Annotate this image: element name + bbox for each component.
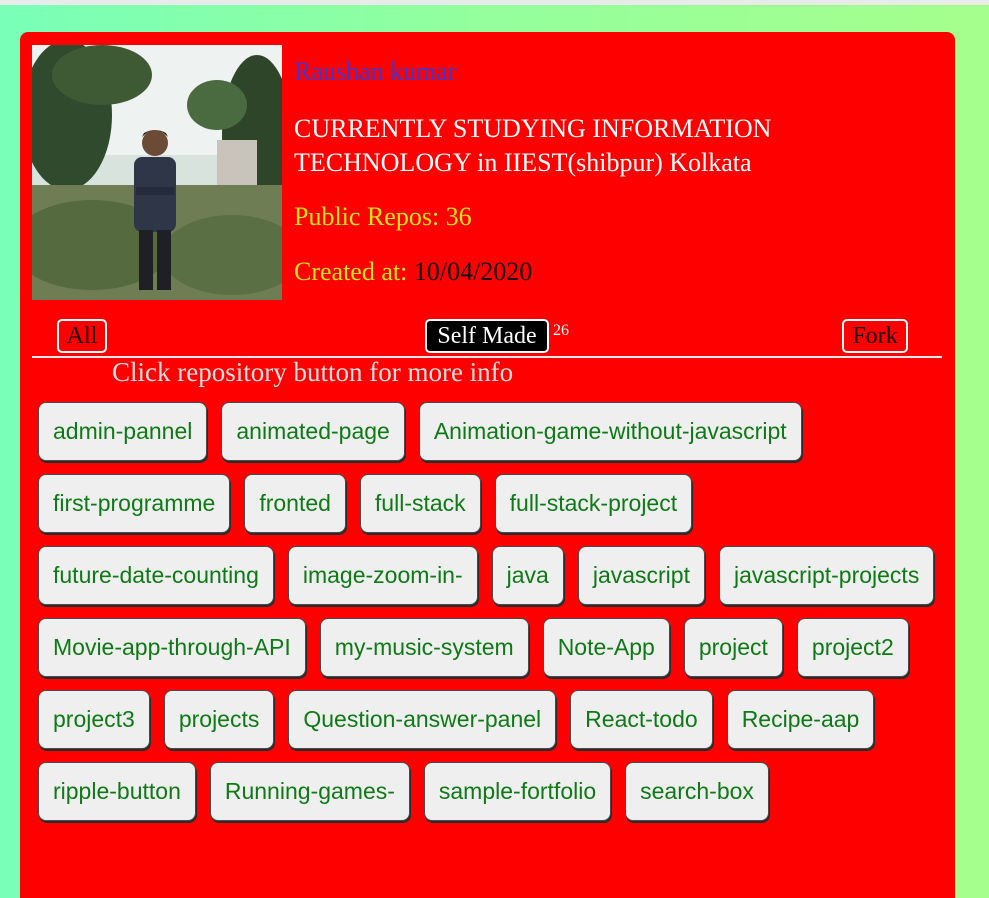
tab-fork[interactable]: Fork	[842, 319, 908, 353]
repo-button[interactable]: Animation-game-without-javascript	[418, 402, 802, 461]
repo-button[interactable]: sample-fortfolio	[423, 762, 612, 821]
created-at: Created at: 10/04/2020	[294, 257, 532, 287]
hint-text: Click repository button for more info	[112, 357, 514, 387]
tab-self-made[interactable]: Self Made	[425, 319, 549, 353]
repo-button[interactable]: javascript	[577, 546, 705, 605]
profile-name: Raushan kumar	[294, 57, 457, 86]
repo-button[interactable]: search-box	[625, 762, 769, 821]
repo-button[interactable]: Running-games-	[209, 762, 410, 821]
repo-button[interactable]: image-zoom-in-	[287, 546, 478, 605]
repo-button[interactable]: Question-answer-panel	[288, 690, 557, 749]
created-at-date: 10/04/2020	[413, 257, 533, 286]
repo-button[interactable]: future-date-counting	[38, 546, 274, 605]
repo-button[interactable]: animated-page	[221, 402, 405, 461]
repo-button[interactable]: ripple-button	[38, 762, 196, 821]
repo-button[interactable]: projects	[163, 690, 275, 749]
created-at-label: Created at:	[294, 257, 408, 286]
repo-button[interactable]: first-programme	[38, 474, 231, 533]
repo-button[interactable]: java	[491, 546, 564, 605]
repo-button[interactable]: full-stack-project	[494, 474, 693, 533]
tab-all[interactable]: All	[57, 319, 107, 353]
self-made-count: 26	[553, 322, 569, 339]
repo-button[interactable]: my-music-system	[319, 618, 529, 677]
repo-button[interactable]: full-stack	[359, 474, 481, 533]
profile-bio: CURRENTLY STUDYING INFORMATION TECHNOLOG…	[294, 114, 772, 177]
repo-button[interactable]: Note-App	[542, 618, 670, 677]
top-edge	[0, 0, 989, 5]
repo-button[interactable]: project3	[38, 690, 150, 749]
repo-button[interactable]: Movie-app-through-API	[38, 618, 306, 677]
repo-button[interactable]: project	[683, 618, 783, 677]
repo-button[interactable]: Recipe-aap	[726, 690, 875, 749]
repository-list: admin-pannel animated-page Animation-game-…	[38, 402, 938, 821]
repo-button[interactable]: admin-pannel	[38, 402, 208, 461]
repo-button[interactable]: project2	[796, 618, 909, 677]
repo-button[interactable]: React-todo	[570, 690, 713, 749]
repo-button[interactable]: fronted	[244, 474, 346, 533]
avatar-photo	[32, 45, 282, 300]
avatar	[32, 45, 282, 300]
repo-button[interactable]: javascript-projects	[718, 546, 935, 605]
public-repos-count: Public Repos: 36	[294, 202, 472, 231]
profile-card: Raushan kumar CURRENTLY STUDYING INFORMA…	[20, 32, 955, 898]
